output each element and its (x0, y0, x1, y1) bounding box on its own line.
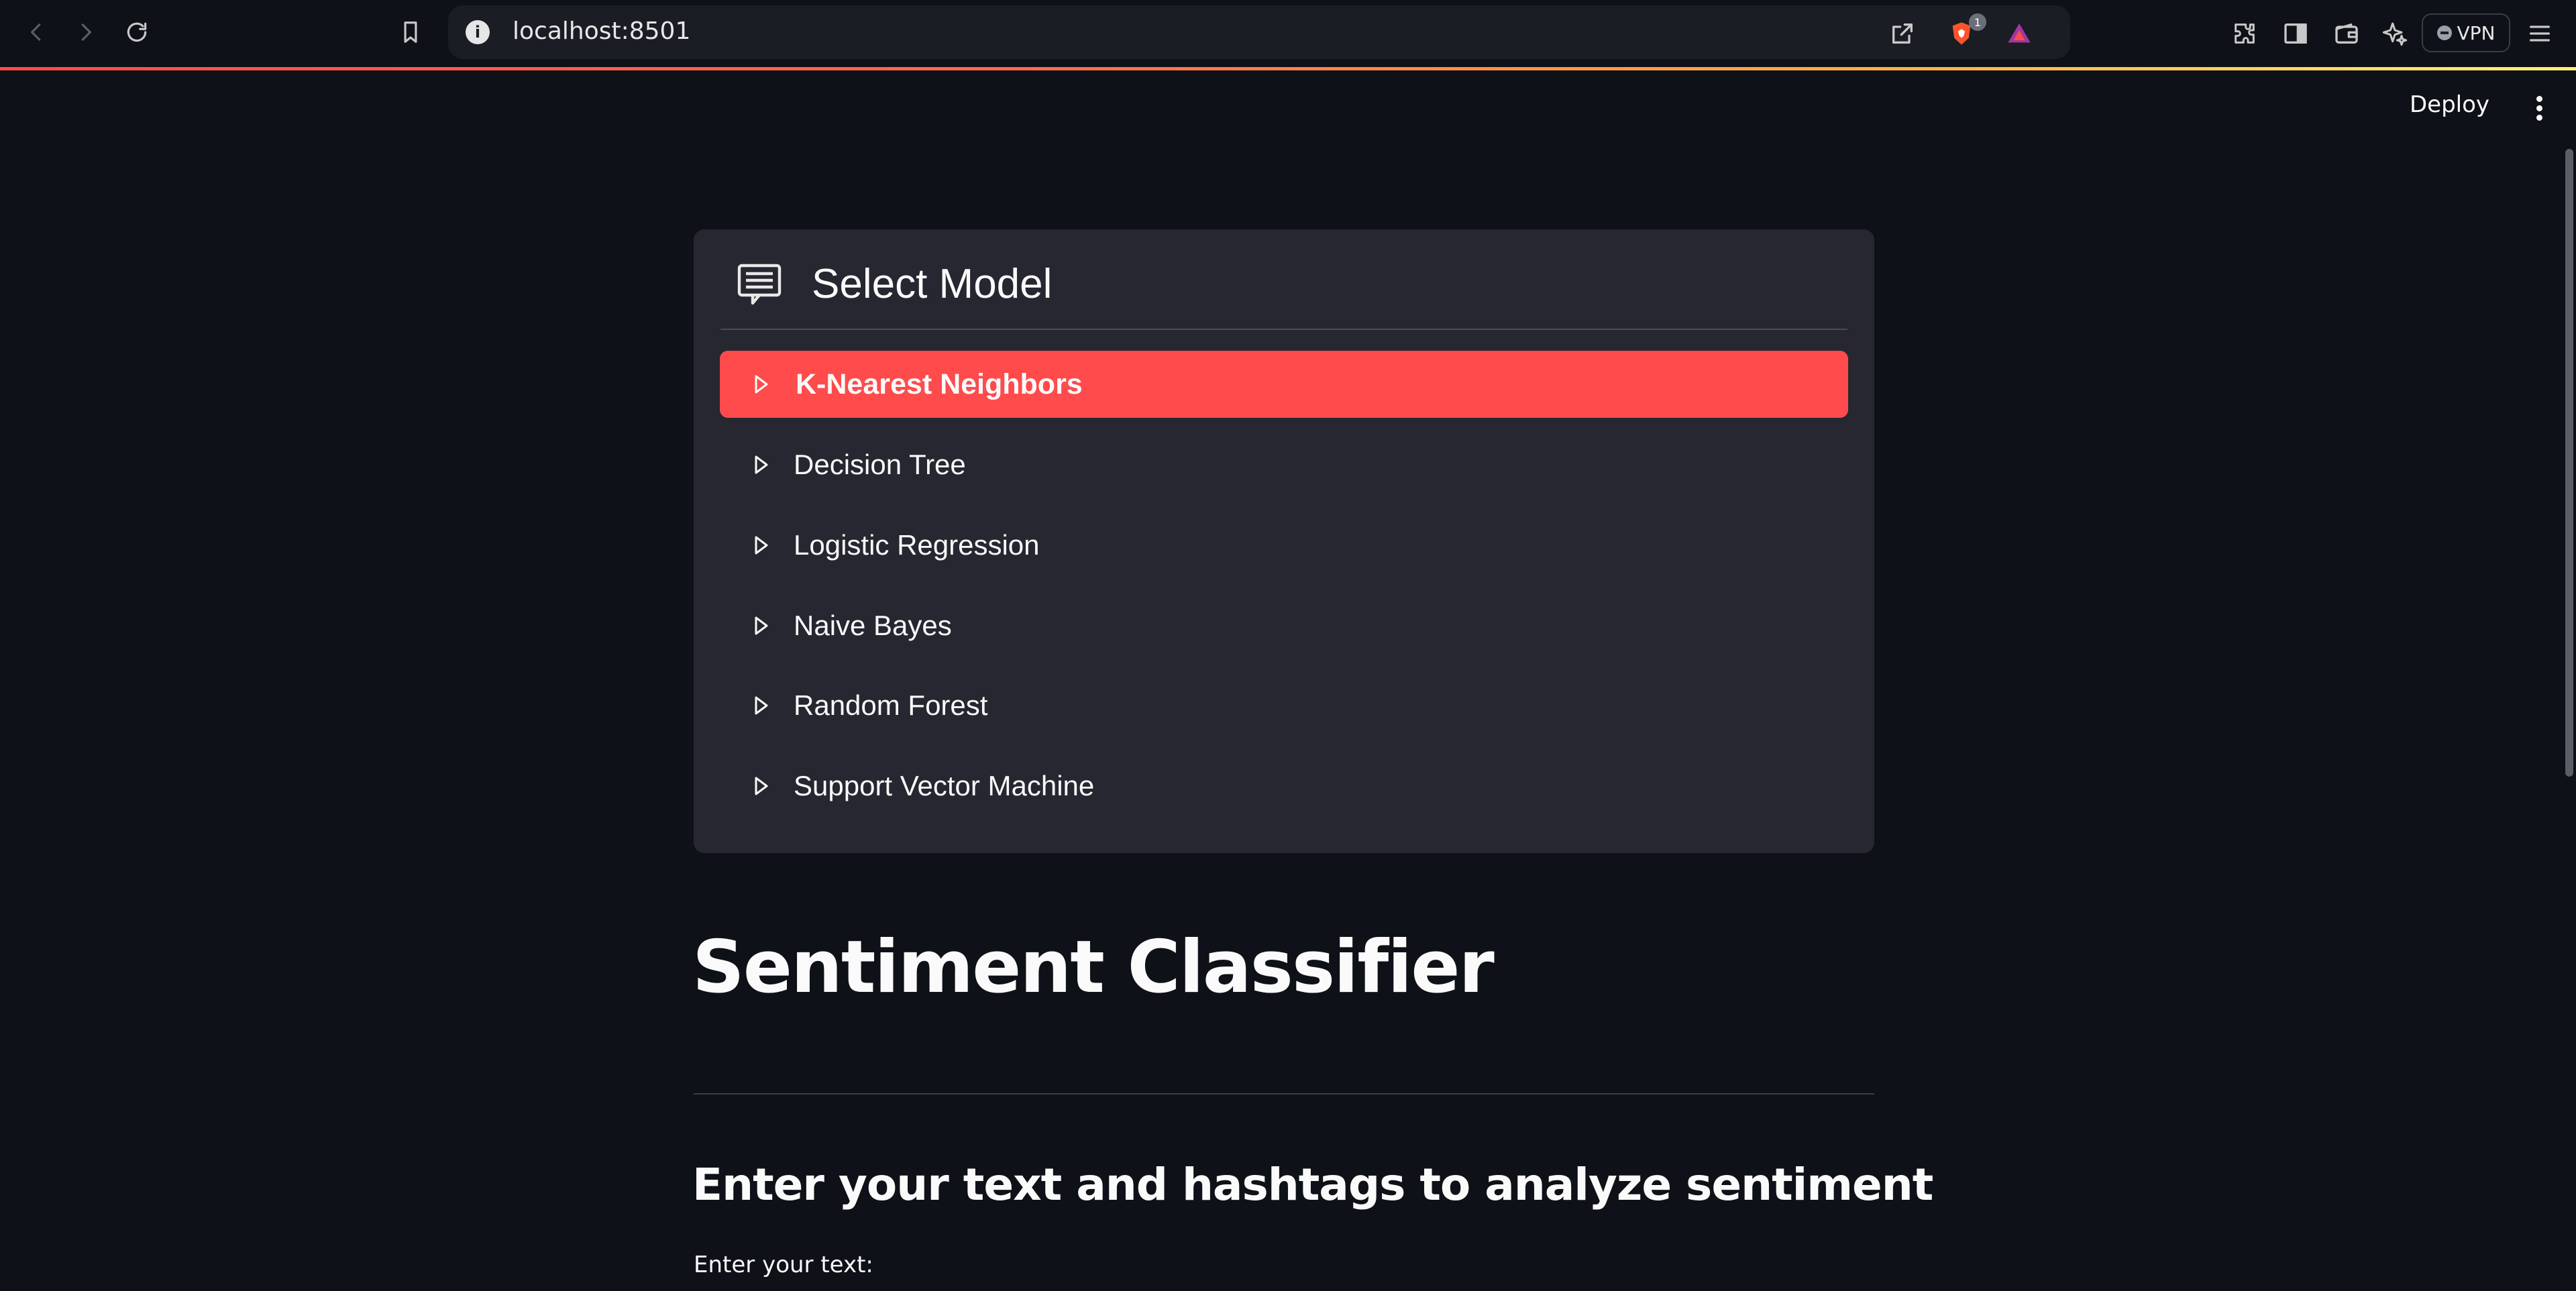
browser-menu-button[interactable] (2524, 17, 2556, 50)
wallet-icon (2335, 23, 2358, 44)
menu-item-label: K-Nearest Neighbors (796, 368, 1083, 400)
menu-item-decision-tree[interactable]: Decision Tree (720, 431, 1848, 498)
text-input-label: Enter your text: (694, 1251, 873, 1278)
vpn-button[interactable]: VPN (2422, 13, 2510, 52)
menu-item-label: Support Vector Machine (794, 770, 1095, 801)
sidebar-icon (2284, 23, 2307, 44)
menu-item-label: Naive Bayes (794, 610, 952, 641)
site-info-icon[interactable]: i (466, 20, 490, 44)
more-vertical-dot (2536, 115, 2542, 121)
triangle-right-icon (755, 375, 768, 394)
menu-item-label: Random Forest (794, 689, 988, 721)
sidebar-toggle-button[interactable] (2279, 17, 2312, 50)
sparkle-icon (2382, 22, 2408, 46)
puzzle-icon (2235, 23, 2255, 44)
reload-icon (127, 22, 147, 42)
page-title: Sentiment Classifier (692, 925, 1495, 1009)
page-scrollbar[interactable] (2565, 149, 2573, 777)
section-divider (694, 1093, 1874, 1094)
menu-item-label: Logistic Regression (794, 529, 1040, 561)
browser-toolbar: i localhost:8501 1 VPN (0, 0, 2576, 68)
triangle-right-icon (755, 455, 768, 474)
triangle-right-icon (755, 777, 768, 795)
triangle-right-icon (755, 696, 768, 715)
menu-item-naive-bayes[interactable]: Naive Bayes (720, 592, 1848, 659)
menu-divider (720, 329, 1847, 330)
url-text[interactable]: localhost:8501 (513, 17, 690, 45)
section-subtitle: Enter your text and hashtags to analyze … (692, 1159, 1933, 1211)
bookmark-icon (404, 21, 417, 43)
hamburger-icon (2530, 25, 2550, 42)
loading-progress-bar (0, 67, 2576, 70)
arrow-right-icon (81, 23, 91, 41)
deploy-button[interactable]: Deploy (2410, 91, 2489, 118)
triangle-right-icon (755, 536, 768, 555)
vpn-status-icon (2436, 25, 2452, 40)
shields-count-badge: 1 (1969, 13, 1986, 31)
share-icon (1892, 23, 1913, 44)
brave-rewards-icon (2008, 23, 2031, 43)
main-menu-button[interactable] (2529, 94, 2549, 123)
triangle-right-icon (755, 616, 768, 635)
more-vertical-icon (2536, 96, 2542, 102)
menu-item-random-forest[interactable]: Random Forest (720, 672, 1848, 739)
menu-item-k-nearest-neighbors[interactable]: K-Nearest Neighbors (720, 351, 1848, 418)
extensions-button[interactable] (2229, 17, 2261, 50)
list-icon (737, 264, 782, 305)
reload-button[interactable] (119, 15, 154, 50)
menu-item-support-vector-machine[interactable]: Support Vector Machine (720, 752, 1848, 820)
share-button[interactable] (1888, 19, 1917, 48)
more-vertical-dot (2536, 105, 2542, 111)
leo-ai-button[interactable] (2379, 17, 2411, 50)
vpn-label: VPN (2457, 21, 2496, 44)
address-bar[interactable] (448, 5, 2070, 59)
wallet-button[interactable] (2330, 17, 2363, 50)
menu-item-label: Decision Tree (794, 449, 966, 480)
brave-rewards-button[interactable] (2003, 17, 2035, 50)
back-button[interactable] (19, 15, 54, 50)
bookmark-button[interactable] (393, 15, 428, 50)
forward-button[interactable] (68, 15, 103, 50)
arrow-left-icon (31, 23, 41, 41)
menu-title: Select Model (812, 261, 1053, 307)
menu-item-logistic-regression[interactable]: Logistic Regression (720, 512, 1848, 579)
